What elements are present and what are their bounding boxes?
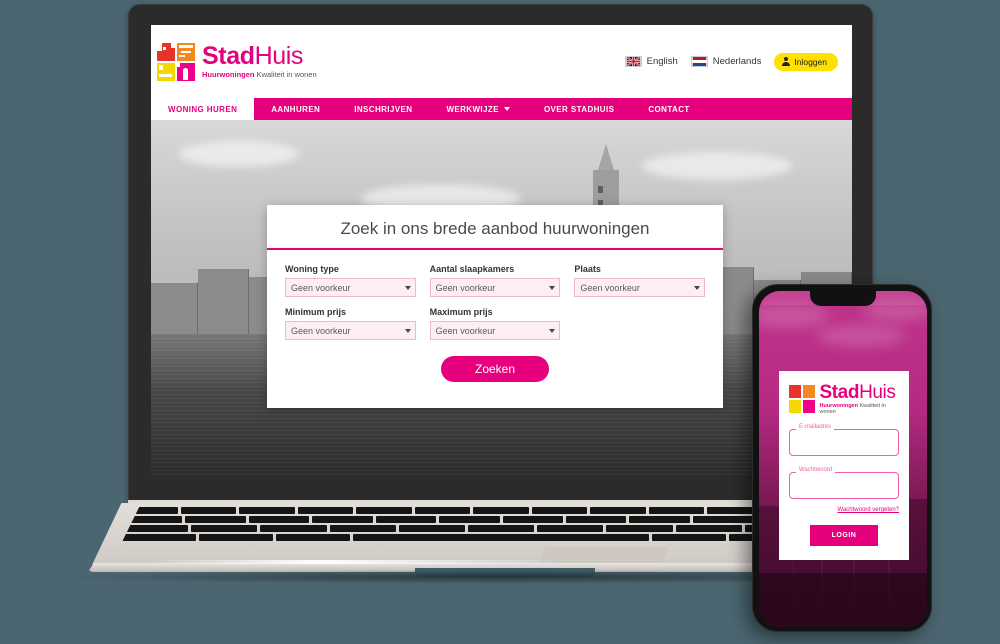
logo-tile-red-house-icon bbox=[157, 42, 175, 61]
phone-login-button[interactable]: LOGIN bbox=[809, 525, 879, 546]
nav-item-over-stadhuis[interactable]: OVER STADHUIS bbox=[527, 98, 631, 120]
nav-item-contact[interactable]: CONTACT bbox=[631, 98, 706, 120]
search-card: Zoek in ons brede aanbod huurwoningen Wo… bbox=[267, 205, 723, 408]
phone-mockup: StadHuis Huurwoningen Kwaliteit in wonen… bbox=[752, 284, 932, 632]
logo-tile-orange-icon bbox=[177, 42, 195, 61]
field-label: Plaats bbox=[574, 264, 601, 274]
header-actions: English Nederlands Inloggen bbox=[624, 52, 838, 71]
password-field-group: Wachtwoord bbox=[789, 467, 899, 499]
logo-name-bold: Stad bbox=[202, 42, 255, 71]
field-woning-type: Woning type Geen voorkeur bbox=[285, 264, 416, 297]
phone-login-card: StadHuis Huurwoningen Kwaliteit in wonen… bbox=[779, 371, 909, 560]
nav-label: INSCHRIJVEN bbox=[354, 104, 413, 114]
search-card-divider bbox=[267, 248, 723, 250]
logo-tile-red-house-icon bbox=[789, 385, 802, 398]
logo-tile-pink-arch-icon bbox=[803, 400, 816, 413]
field-spacer bbox=[574, 307, 705, 340]
nl-flag-icon bbox=[690, 56, 708, 67]
password-field[interactable] bbox=[789, 472, 899, 499]
language-label-english: English bbox=[646, 56, 678, 67]
select-value: Geen voorkeur bbox=[291, 282, 351, 293]
minimum-prijs-select[interactable]: Geen voorkeur bbox=[285, 321, 416, 340]
select-value: Geen voorkeur bbox=[435, 282, 496, 293]
field-maximum-prijs: Maximum prijs Geen voorkeur bbox=[429, 307, 561, 340]
select-value: Geen voorkeur bbox=[291, 325, 351, 336]
logo-tile-yellow-icon bbox=[157, 62, 175, 81]
phone-notch bbox=[810, 291, 876, 306]
nav-label: OVER STADHUIS bbox=[543, 104, 615, 114]
language-switch-nederlands[interactable]: Nederlands bbox=[690, 56, 762, 67]
logo-name-bold: Stad bbox=[819, 382, 860, 403]
select-value: Geen voorkeur bbox=[435, 325, 496, 336]
nav-label: AANHUREN bbox=[271, 104, 321, 114]
logo-name-light: Huis bbox=[859, 382, 896, 403]
nav-item-werkwijze[interactable]: WERKWIJZE bbox=[429, 98, 527, 120]
phone-logo: StadHuis Huurwoningen Kwaliteit in wonen bbox=[789, 383, 899, 415]
logo-tile-yellow-icon bbox=[789, 400, 802, 413]
search-field-row-1: Woning type Geen voorkeur Aantal slaapka… bbox=[285, 264, 706, 297]
uk-flag-icon bbox=[624, 56, 642, 67]
forgot-password-link[interactable]: Wachtwoord vergeten? bbox=[789, 507, 899, 513]
field-label: Minimum prijs bbox=[285, 307, 347, 317]
aantal-slaapkamers-select[interactable]: Geen voorkeur bbox=[429, 278, 561, 297]
site-logo[interactable]: StadHuis Huurwoningen Kwaliteit in wonen bbox=[157, 42, 317, 81]
logo-tagline-bold: Huurwoningen bbox=[202, 70, 255, 80]
plaats-select[interactable]: Geen voorkeur bbox=[574, 278, 706, 297]
phone-screen: StadHuis Huurwoningen Kwaliteit in wonen… bbox=[759, 291, 927, 627]
maximum-prijs-select[interactable]: Geen voorkeur bbox=[429, 321, 561, 340]
email-field-group: E-mailadres bbox=[789, 424, 899, 456]
field-plaats: Plaats Geen voorkeur bbox=[574, 264, 706, 297]
logo-mark-icon bbox=[789, 385, 816, 413]
nav-item-inschrijven[interactable]: INSCHRIJVEN bbox=[337, 98, 429, 120]
login-button[interactable]: Inloggen bbox=[774, 52, 838, 71]
logo-mark-icon bbox=[157, 42, 195, 81]
logo-wordmark: StadHuis Huurwoningen Kwaliteit in wonen bbox=[202, 44, 317, 79]
logo-name-light: Huis bbox=[254, 42, 304, 71]
laptop-front-highlight bbox=[150, 560, 570, 564]
search-card-title: Zoek in ons brede aanbod huurwoningen bbox=[340, 219, 650, 238]
nav-item-aanhuren[interactable]: AANHUREN bbox=[254, 98, 337, 120]
email-field-label: E-mailadres bbox=[796, 424, 835, 430]
email-field[interactable] bbox=[789, 429, 899, 456]
field-minimum-prijs: Minimum prijs Geen voorkeur bbox=[285, 307, 416, 340]
language-switch-english[interactable]: English bbox=[624, 56, 678, 67]
field-label: Woning type bbox=[285, 264, 339, 274]
main-navigation: WONING HUREN AANHUREN INSCHRIJVEN WERKWI… bbox=[151, 98, 852, 120]
logo-wordmark: StadHuis Huurwoningen Kwaliteit in wonen bbox=[819, 383, 899, 415]
nav-label: CONTACT bbox=[648, 104, 690, 114]
logo-tagline-rest: Kwaliteit in wonen bbox=[256, 70, 317, 80]
laptop-screen: StadHuis Huurwoningen Kwaliteit in wonen bbox=[151, 25, 852, 477]
hero-section: Zoek in ons brede aanbod huurwoningen Wo… bbox=[151, 120, 852, 477]
logo-tile-pink-arch-icon bbox=[177, 62, 195, 81]
password-field-label: Wachtwoord bbox=[796, 467, 836, 473]
chevron-down-icon bbox=[503, 107, 510, 111]
field-label: Maximum prijs bbox=[429, 307, 493, 317]
user-icon bbox=[782, 57, 791, 66]
site-header: StadHuis Huurwoningen Kwaliteit in wonen bbox=[151, 25, 852, 98]
login-button-label: Inloggen bbox=[794, 56, 827, 67]
logo-tile-orange-icon bbox=[803, 385, 816, 398]
woning-type-select[interactable]: Geen voorkeur bbox=[285, 278, 416, 297]
zoeken-button[interactable]: Zoeken bbox=[440, 356, 550, 382]
select-value: Geen voorkeur bbox=[580, 282, 640, 293]
field-aantal-slaapkamers: Aantal slaapkamers Geen voorkeur bbox=[429, 264, 561, 297]
nav-label: WERKWIJZE bbox=[446, 104, 499, 114]
language-label-nederlands: Nederlands bbox=[712, 56, 762, 67]
field-label: Aantal slaapkamers bbox=[429, 264, 515, 274]
search-field-row-2: Minimum prijs Geen voorkeur Maximum prij… bbox=[285, 307, 705, 340]
nav-item-woning-huren[interactable]: WONING HUREN bbox=[151, 98, 255, 120]
nav-label: WONING HUREN bbox=[168, 104, 238, 114]
